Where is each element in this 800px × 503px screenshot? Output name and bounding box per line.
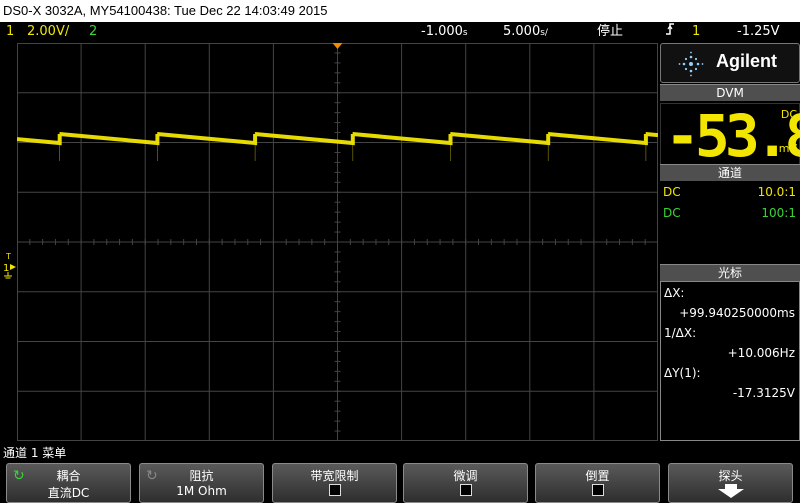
- cursor-inv-dx-label: 1/ΔX:: [664, 326, 697, 340]
- softkey-bw-limit-label: 带宽限制: [310, 469, 359, 483]
- dvm-unit: mV: [778, 142, 797, 155]
- brand-name: Agilent: [716, 51, 777, 71]
- softkey-fine[interactable]: 微调: [403, 463, 528, 503]
- softkey-fine-label: 微调: [453, 469, 478, 483]
- trigger-channel[interactable]: 1: [692, 22, 700, 42]
- cursor-dy-label: ΔY(1):: [664, 366, 701, 380]
- time-offset[interactable]: -1.000s: [421, 22, 468, 43]
- agilent-spark-icon: [678, 51, 704, 77]
- cursor-inv-dx-value: +10.006Hz: [727, 346, 795, 360]
- trigger-level[interactable]: -1.25V: [737, 22, 780, 42]
- softkey-probe[interactable]: 探头: [668, 463, 793, 503]
- softkey-bw-limit[interactable]: 带宽限制: [272, 463, 397, 503]
- right-panel: Agilent DVM -53.8 DC mV 通道 DC 10.0:1 DC …: [660, 43, 800, 441]
- invert-checkbox[interactable]: [591, 484, 604, 496]
- waveform-display[interactable]: [17, 43, 658, 441]
- fine-checkbox[interactable]: [459, 484, 472, 496]
- ch1-coupling: DC: [663, 185, 681, 199]
- softkey-impedance-value: 1M Ohm: [176, 484, 227, 498]
- ch2-coupling: DC: [663, 206, 681, 220]
- run-state[interactable]: 停止: [597, 22, 623, 42]
- dvm-readout[interactable]: -53.8 DC mV: [660, 103, 800, 171]
- channels-header: 通道: [660, 164, 800, 181]
- softkey-coupling[interactable]: ↻ 耦合 直流DC: [6, 463, 131, 503]
- trigger-position-marker: [332, 43, 343, 49]
- ch2-probe-ratio: 100:1: [761, 206, 796, 220]
- ch1-probe-ratio: 10.0:1: [757, 185, 796, 199]
- ch1-scale[interactable]: 2.00V/: [27, 22, 69, 42]
- channel-row-2[interactable]: DC 100:1: [660, 203, 800, 223]
- softkey-bar: ↻ 耦合 直流DC ↻ 阻抗 1M Ohm 带宽限制 微调 倒置 探头: [0, 461, 800, 503]
- channel-row-1[interactable]: DC 10.0:1: [660, 182, 800, 202]
- softkey-impedance-label: 阻抗: [189, 469, 214, 483]
- dvm-coupling: DC: [780, 108, 797, 121]
- trigger-edge-icon: [665, 22, 675, 43]
- softkey-impedance[interactable]: ↻ 阻抗 1M Ohm: [139, 463, 264, 503]
- cursor-dx-label: ΔX:: [664, 286, 685, 300]
- status-bar: 1 2.00V/ 2 -1.000s 5.000s/ 停止 1 -1.25V: [0, 22, 800, 42]
- ch1-indicator[interactable]: 1: [6, 22, 14, 42]
- brand-logo: Agilent: [660, 43, 800, 83]
- softkey-probe-label: 探头: [718, 469, 743, 483]
- title-bar: DS0-X 3032A, MY54100438: Tue Dec 22 14:0…: [0, 0, 800, 22]
- submenu-arrow-icon: [669, 484, 792, 501]
- dvm-value: -53.8: [665, 102, 800, 170]
- ch1-ground-marker[interactable]: T 1: [2, 251, 17, 281]
- cursors-header: 光标: [660, 264, 800, 281]
- softkey-coupling-value: 直流DC: [47, 486, 90, 500]
- ch2-indicator[interactable]: 2: [89, 22, 97, 42]
- menu-title: 通道 1 菜单: [3, 446, 67, 460]
- time-scale[interactable]: 5.000s/: [503, 22, 548, 43]
- softkey-invert-label: 倒置: [585, 469, 610, 483]
- cursor-dy-value: -17.3125V: [732, 386, 795, 400]
- softkey-invert[interactable]: 倒置: [535, 463, 660, 503]
- dvm-header: DVM: [660, 84, 800, 101]
- cursor-dx-value: +99.940250000ms: [679, 306, 795, 320]
- svg-text:T: T: [5, 252, 11, 261]
- bw-limit-checkbox[interactable]: [328, 484, 341, 496]
- softkey-coupling-label: 耦合: [56, 469, 81, 483]
- cursor-readout[interactable]: ΔX: +99.940250000ms 1/ΔX: +10.006Hz ΔY(1…: [660, 281, 800, 441]
